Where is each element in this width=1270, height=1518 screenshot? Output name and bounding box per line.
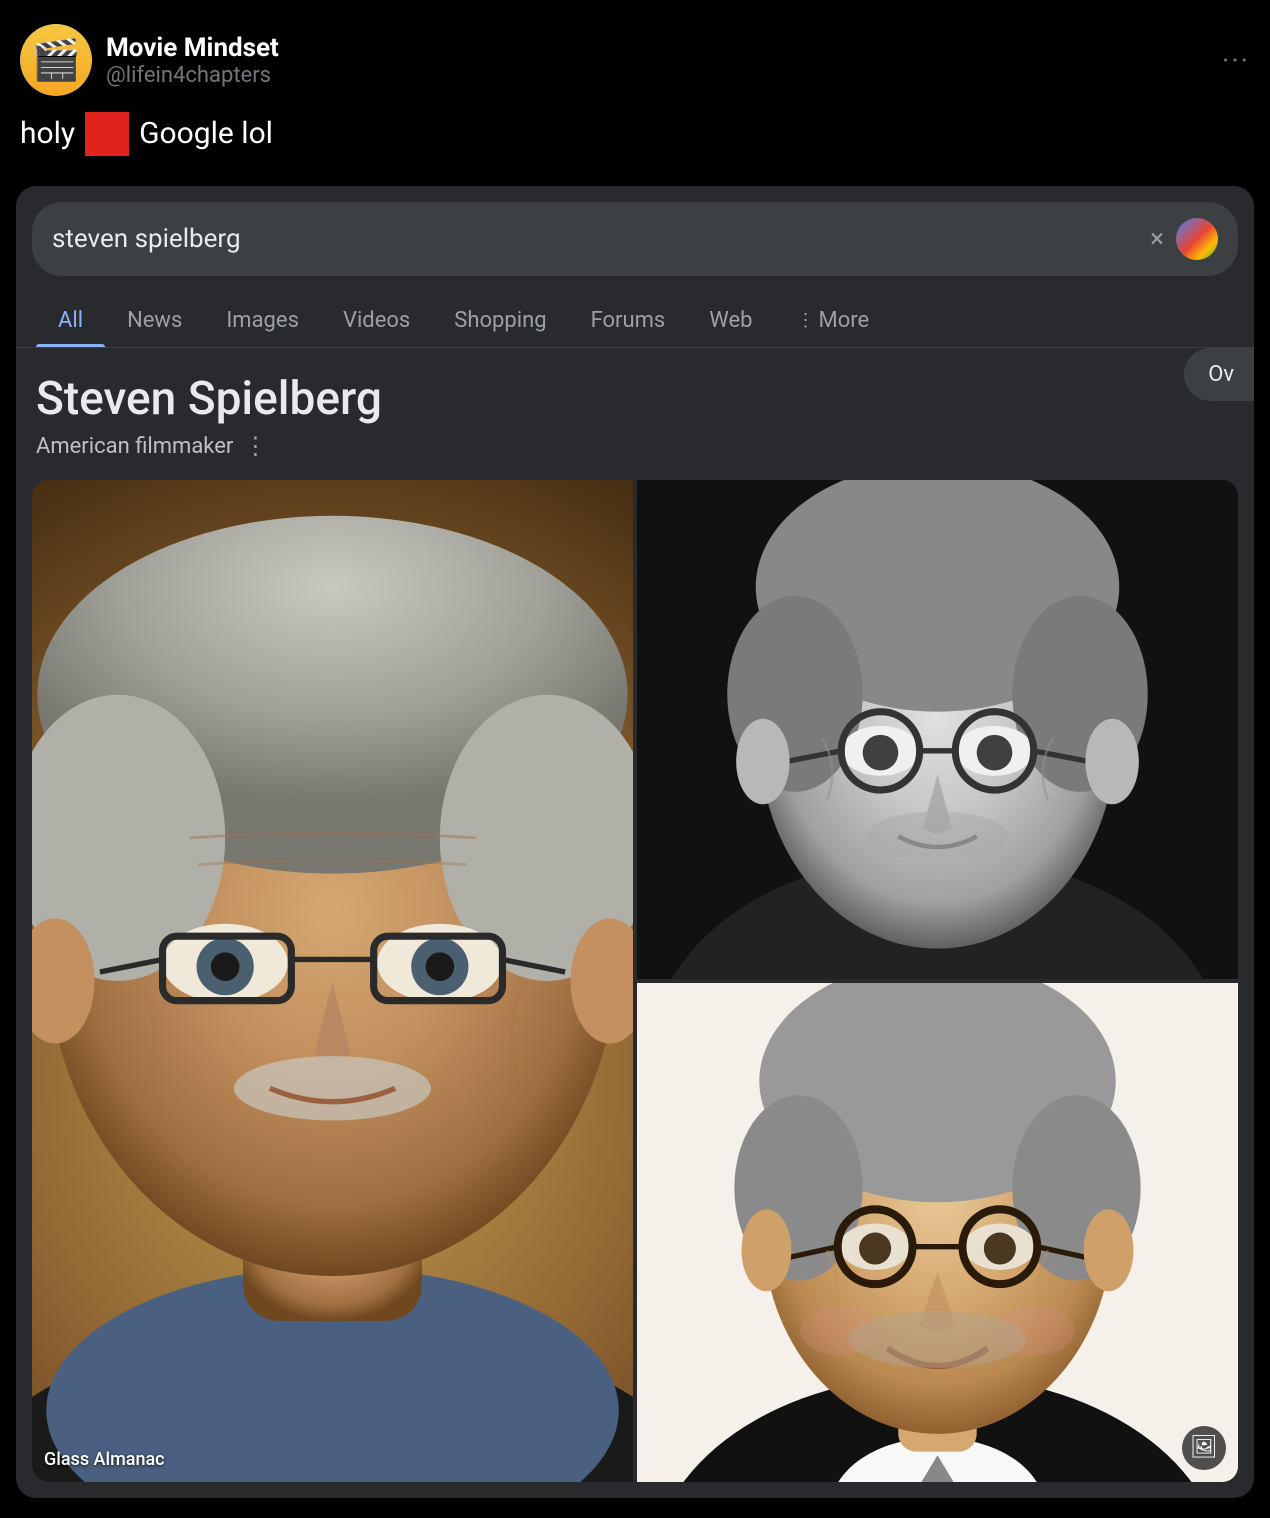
clear-search-icon[interactable]: ×: [1150, 224, 1164, 254]
image-grid: Glass Almanac: [32, 480, 1238, 1482]
avatar[interactable]: [20, 24, 92, 96]
image-icon-badge[interactable]: 🖼: [1182, 1426, 1226, 1470]
tweet-text-before: holy: [20, 113, 75, 155]
subtitle-text: American filmmaker: [36, 434, 233, 459]
image-main[interactable]: Glass Almanac: [32, 480, 633, 1482]
user-info: Movie Mindset @lifein4chapters: [106, 33, 279, 88]
tab-more[interactable]: ⋮ More: [775, 294, 892, 347]
subject-subtitle: American filmmaker ⋮: [36, 432, 1234, 460]
tweet-user-info: Movie Mindset @lifein4chapters: [20, 24, 279, 96]
tab-forums[interactable]: Forums: [569, 294, 688, 347]
tab-news[interactable]: News: [105, 294, 204, 347]
tweet-text-after: Google lol: [139, 113, 273, 155]
subject-name: Steven Spielberg: [36, 372, 1234, 426]
tab-videos[interactable]: Videos: [321, 294, 432, 347]
username: @lifein4chapters: [106, 63, 279, 88]
avatar-image: [20, 24, 92, 96]
image-caption-main: Glass Almanac: [44, 1449, 165, 1470]
google-search-card: steven spielberg × All News Images Video…: [16, 186, 1254, 1498]
search-bar[interactable]: steven spielberg ×: [32, 202, 1238, 276]
more-options-icon[interactable]: ···: [1222, 44, 1250, 77]
image-top-right[interactable]: [637, 480, 1238, 979]
camera-icon: 🖼: [1190, 1435, 1218, 1460]
overview-button[interactable]: Ov: [1184, 348, 1254, 401]
search-nav-tabs: All News Images Videos Shopping Forums W…: [16, 286, 1254, 348]
tab-web[interactable]: Web: [687, 294, 774, 347]
top-right-image-svg: [637, 480, 1238, 979]
main-image-svg: [32, 480, 633, 1482]
red-block-emoji: [85, 112, 129, 156]
tweet-header: Movie Mindset @lifein4chapters ···: [0, 0, 1270, 108]
bottom-right-image-svg: [637, 983, 1238, 1482]
more-dots-icon: ⋮: [797, 310, 815, 331]
subtitle-more-icon[interactable]: ⋮: [243, 432, 267, 460]
tab-shopping[interactable]: Shopping: [432, 294, 568, 347]
tab-images[interactable]: Images: [204, 294, 321, 347]
search-query-text: steven spielberg: [52, 224, 1138, 254]
tweet-text: holy Google lol: [0, 108, 1270, 176]
image-bottom-right[interactable]: 🖼: [637, 983, 1238, 1482]
display-name: Movie Mindset: [106, 33, 279, 63]
knowledge-panel-header: Steven Spielberg American filmmaker ⋮ Ov: [16, 348, 1254, 480]
tab-all[interactable]: All: [36, 294, 105, 347]
kp-title-section: Steven Spielberg American filmmaker ⋮: [36, 372, 1234, 480]
google-logo: [1176, 218, 1218, 260]
